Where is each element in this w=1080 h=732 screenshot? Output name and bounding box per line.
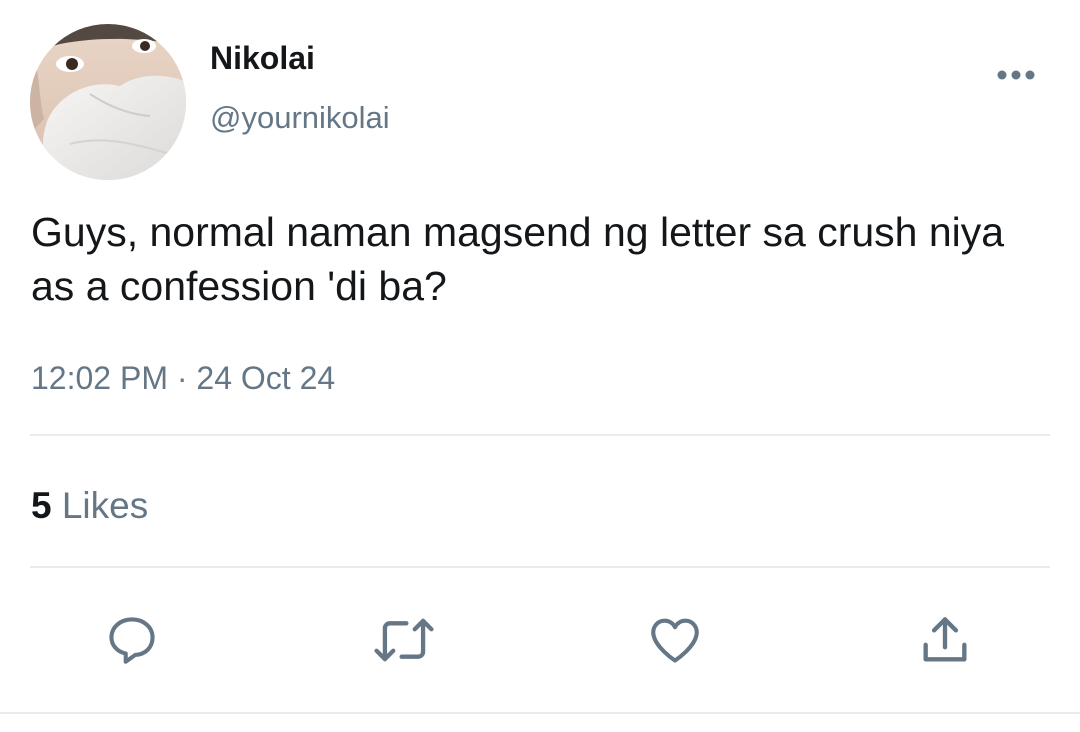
likes-label: Likes [61, 485, 149, 526]
reply-icon [109, 617, 155, 664]
more-options-button[interactable] [994, 58, 1038, 92]
like-button[interactable] [643, 608, 707, 672]
retweet-button[interactable] [372, 608, 436, 672]
retweet-icon [374, 618, 434, 662]
share-button[interactable] [913, 608, 977, 672]
divider [30, 434, 1050, 436]
tweet-timestamp[interactable]: 12:02 PM · 24 Oct 24 [31, 358, 335, 398]
avatar[interactable] [30, 24, 186, 180]
display-name[interactable]: Nikolai [210, 38, 315, 78]
avatar-photo [30, 24, 186, 180]
share-icon [923, 617, 967, 662]
user-handle[interactable]: @yournikolai [210, 98, 390, 138]
likes-stat[interactable]: 5 Likes [31, 484, 148, 528]
heart-icon [651, 618, 699, 663]
more-horizontal-icon [997, 70, 1035, 80]
divider [0, 712, 1080, 714]
likes-count: 5 [31, 485, 52, 526]
reply-button[interactable] [100, 608, 164, 672]
divider [30, 566, 1050, 568]
tweet-text: Guys, normal naman magsend ng letter sa … [31, 209, 1005, 309]
